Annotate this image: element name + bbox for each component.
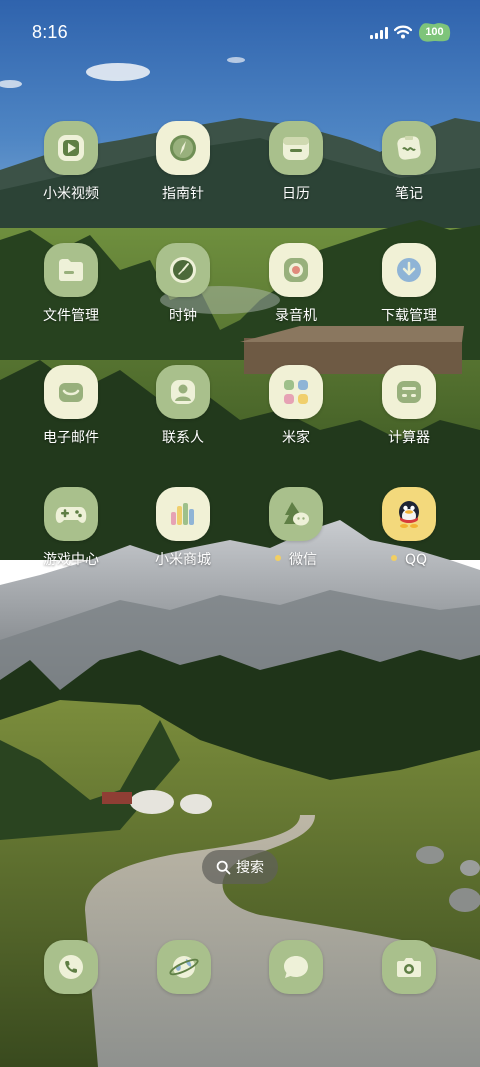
- app-wechat[interactable]: 微信: [241, 487, 351, 569]
- dock-camera[interactable]: [382, 940, 436, 994]
- app-tile[interactable]: [44, 365, 98, 419]
- app-label: 计算器: [388, 430, 430, 446]
- messages-icon: [284, 956, 308, 978]
- notes-icon: [397, 136, 421, 160]
- qq-penguin-icon: [399, 501, 419, 528]
- app-tile[interactable]: [156, 487, 210, 541]
- app-tile[interactable]: [382, 121, 436, 175]
- app-qq[interactable]: QQ: [354, 487, 464, 569]
- app-clock[interactable]: 时钟: [128, 243, 238, 325]
- status-time: 8:16: [32, 22, 68, 42]
- app-label: 电子邮件: [43, 430, 99, 446]
- app-tile[interactable]: [44, 940, 98, 994]
- dock-messages[interactable]: [269, 940, 323, 994]
- app-label: 游戏中心: [43, 552, 99, 568]
- notification-dot: [390, 555, 397, 561]
- app-tile[interactable]: [44, 243, 98, 297]
- video-play-icon: [58, 135, 84, 161]
- notification-dot: [275, 555, 281, 561]
- app-xiaomi-video[interactable]: 小米视频: [16, 121, 126, 203]
- app-label: 米家: [282, 430, 310, 446]
- app-label: 日历: [282, 186, 310, 202]
- app-label: 时钟: [169, 308, 197, 324]
- app-label: 指南针: [162, 186, 204, 202]
- app-calendar[interactable]: 日历: [241, 121, 351, 203]
- compass-icon: [170, 135, 196, 161]
- app-label: 下载管理: [381, 308, 437, 324]
- app-email[interactable]: 电子邮件: [16, 365, 126, 447]
- app-label: 小米视频: [43, 186, 99, 202]
- app-tile[interactable]: [382, 940, 436, 994]
- app-tile[interactable]: [44, 121, 98, 175]
- app-tile[interactable]: [382, 243, 436, 297]
- clock-icon: [170, 257, 196, 283]
- app-notes[interactable]: 笔记: [354, 121, 464, 203]
- app-tile[interactable]: [156, 365, 210, 419]
- app-label: 录音机: [275, 308, 317, 324]
- app-tile[interactable]: [156, 243, 210, 297]
- wechat-icon: [284, 502, 309, 526]
- app-label-text: QQ: [404, 552, 428, 568]
- contacts-icon: [171, 380, 195, 404]
- recorder-icon: [284, 258, 308, 282]
- battery-level: 100: [425, 26, 444, 38]
- dock-phone[interactable]: [44, 940, 98, 994]
- app-tile[interactable]: [269, 121, 323, 175]
- dock-browser[interactable]: [157, 940, 211, 994]
- gamepad-icon: [55, 507, 87, 523]
- app-tile[interactable]: [156, 121, 210, 175]
- app-download-manager[interactable]: 下载管理: [354, 243, 464, 325]
- folder-icon: [59, 259, 83, 281]
- app-tile[interactable]: [44, 487, 98, 541]
- app-mi-store[interactable]: 小米商城: [128, 487, 238, 569]
- app-label: 小米商城: [155, 552, 211, 568]
- app-tile[interactable]: [157, 940, 211, 994]
- signal-icon: [370, 27, 388, 39]
- camera-icon: [397, 958, 421, 977]
- download-icon: [397, 258, 421, 282]
- app-game-center[interactable]: 游戏中心: [16, 487, 126, 569]
- app-label: 联系人: [162, 430, 204, 446]
- app-recorder[interactable]: 录音机: [241, 243, 351, 325]
- mail-icon: [59, 383, 83, 402]
- app-tile[interactable]: [269, 487, 323, 541]
- app-file-manager[interactable]: 文件管理: [16, 243, 126, 325]
- app-contacts[interactable]: 联系人: [128, 365, 238, 447]
- app-tile[interactable]: [382, 487, 436, 541]
- calendar-icon: [283, 137, 309, 160]
- app-tile[interactable]: [269, 940, 323, 994]
- app-label: 文件管理: [43, 308, 99, 324]
- app-compass[interactable]: 指南针: [128, 121, 238, 203]
- app-tile[interactable]: [269, 243, 323, 297]
- phone-icon: [59, 955, 83, 979]
- app-tile[interactable]: [269, 365, 323, 419]
- search-label: 搜索: [236, 860, 264, 876]
- app-calculator[interactable]: 计算器: [354, 365, 464, 447]
- app-label: 微信: [241, 551, 351, 569]
- app-tile[interactable]: [382, 365, 436, 419]
- battery-icon: 100: [418, 23, 451, 42]
- mi-store-icon: [171, 503, 194, 525]
- browser-icon: [169, 956, 199, 978]
- search-icon: [216, 860, 231, 874]
- mijia-icon: [284, 380, 308, 404]
- app-label: QQ: [354, 551, 464, 569]
- app-label-text: 微信: [289, 552, 317, 568]
- app-label: 笔记: [395, 186, 423, 202]
- search-button[interactable]: 搜索: [202, 850, 278, 884]
- status-bar: 8:16 100: [0, 0, 480, 66]
- wifi-icon: [394, 25, 412, 39]
- calculator-icon: [397, 381, 421, 403]
- app-mijia[interactable]: 米家: [241, 365, 351, 447]
